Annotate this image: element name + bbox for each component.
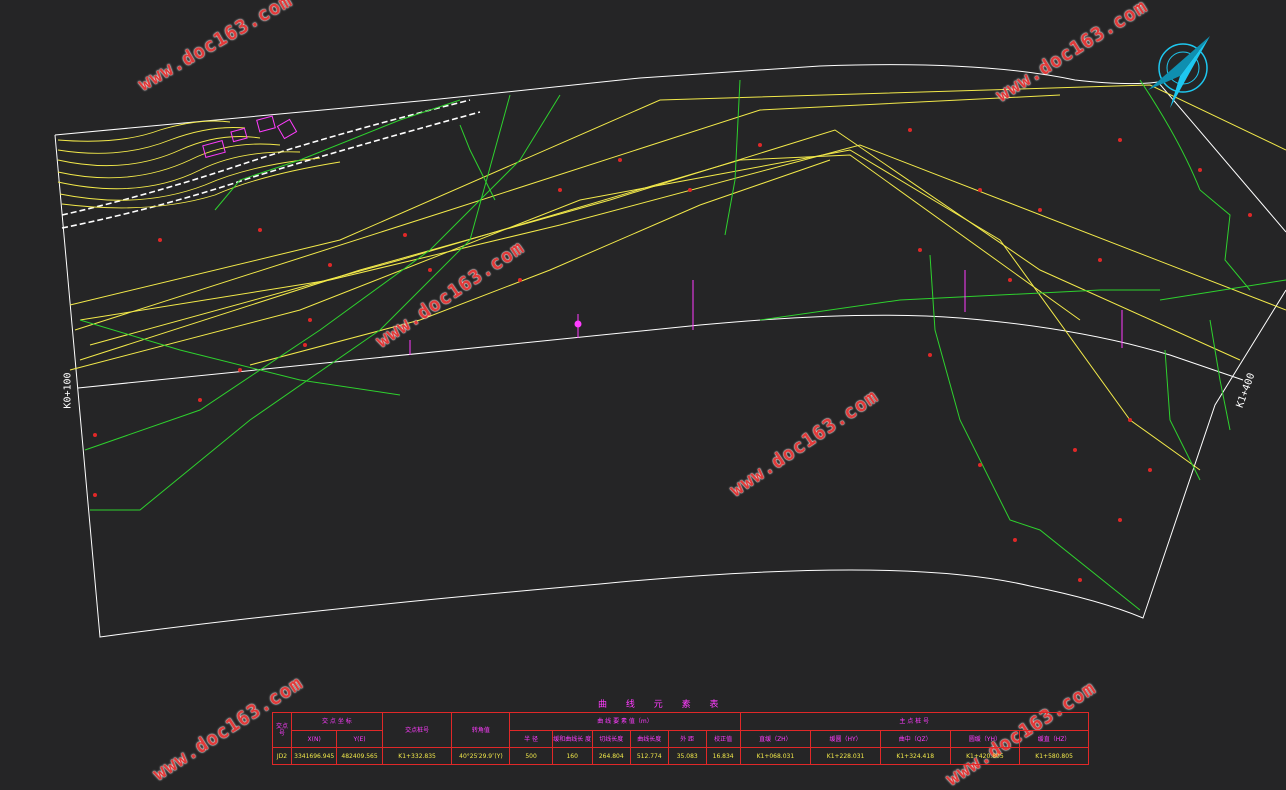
stake-label-start: K0+100 — [62, 372, 74, 409]
header-coords: 交 点 坐 标 — [290, 712, 383, 731]
cell-qz: K1+324.418 — [879, 747, 951, 765]
header-spiral: 缓和曲线长 度 — [551, 730, 593, 748]
cell-curve-length: 512.774 — [629, 747, 669, 765]
header-correction: 校正值 — [705, 730, 741, 748]
cell-hz: K1+580.805 — [1019, 747, 1089, 765]
cell-tangent: 264.804 — [591, 747, 631, 765]
header-x: X(N) — [290, 730, 338, 748]
header-curve-length: 曲线长度 — [629, 730, 669, 748]
header-external: 外 距 — [667, 730, 707, 748]
elevation-spots — [93, 128, 1252, 582]
curve-element-table: 交点号 交 点 坐 标 交点桩号 转角值 曲 线 要 素 值（m） 主 点 桩 … — [272, 712, 1090, 765]
cell-x: 3341696.945 — [290, 747, 338, 765]
curve-table-title: 曲 线 元 素 表 — [598, 700, 727, 710]
header-no: 交点号 — [272, 712, 292, 748]
survey-lines — [69, 84, 1286, 471]
terrain-lines — [79, 79, 1286, 611]
header-jd-stake: 交点桩号 — [381, 712, 453, 748]
cell-no: JD2 — [272, 747, 292, 765]
header-radius: 半 径 — [509, 730, 553, 748]
cell-external: 35.083 — [667, 747, 707, 765]
road-centerline — [77, 314, 1244, 389]
table-row: JD2 3341696.945 482409.565 K1+332.835 40… — [272, 747, 1089, 765]
header-elements: 曲 线 要 素 值（m） — [509, 712, 741, 731]
header-hz: 缓直（HZ） — [1019, 730, 1089, 748]
cell-yh: K1+420.805 — [949, 747, 1021, 765]
topographic-plan — [54, 36, 1286, 638]
north-arrow-icon — [1148, 36, 1210, 108]
cell-angle: 40°25′29.9″(Y) — [451, 747, 511, 765]
cell-spiral: 160 — [551, 747, 593, 765]
cell-y: 482409.565 — [336, 747, 383, 765]
cell-hy: K1+228.031 — [810, 747, 881, 765]
survey-boundary — [54, 64, 1286, 638]
contour-lines — [57, 120, 341, 209]
header-yh: 圆缓（YH） — [949, 730, 1021, 748]
header-zh: 直缓（ZH） — [739, 730, 812, 748]
header-qz: 曲中（QZ） — [879, 730, 951, 748]
cell-correction: 16.834 — [705, 747, 741, 765]
existing-road — [61, 99, 481, 229]
header-angle: 转角值 — [451, 712, 511, 748]
cell-zh: K1+068.031 — [739, 747, 812, 765]
cell-jd-stake: K1+332.835 — [381, 747, 453, 765]
header-main-points: 主 点 桩 号 — [739, 712, 1090, 731]
header-y: Y(E) — [336, 730, 383, 748]
header-tangent: 切线长度 — [591, 730, 631, 748]
cell-radius: 500 — [509, 747, 553, 765]
header-hy: 缓圆（HY） — [810, 730, 881, 748]
